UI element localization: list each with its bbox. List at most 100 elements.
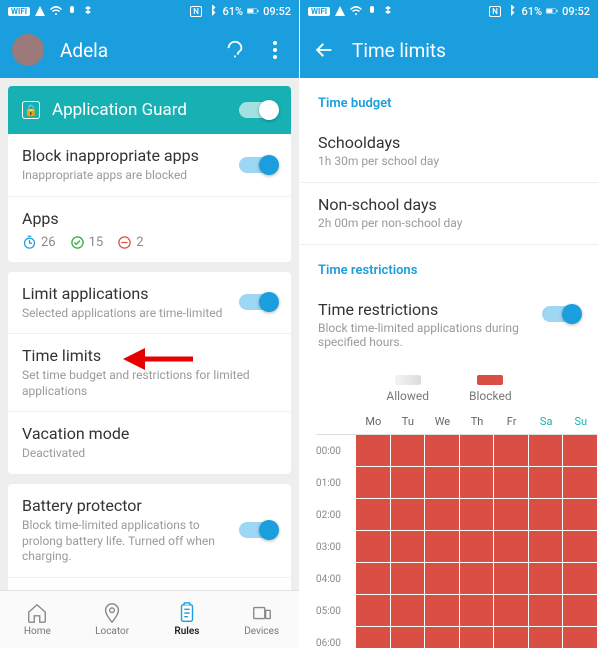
appbar-time-limits: Time limits [300,22,598,78]
schedule-cell[interactable] [494,467,529,499]
header-time-budget: Time budget [300,78,598,121]
schedule-cell[interactable] [563,499,598,531]
battery-icon [247,5,259,17]
main-scroll[interactable]: Time budget Schooldays 1h 30m per school… [300,78,598,648]
schedule-cell[interactable] [460,531,495,563]
schedule-cell[interactable] [494,563,529,595]
schedule-cell[interactable] [460,563,495,595]
schedule-cell[interactable] [356,467,391,499]
signal-icon [334,5,346,17]
schedule-cell[interactable] [391,627,426,648]
time-limits-sub: Set time budget and restrictions for lim… [22,368,277,399]
schooldays-sub: 1h 30m per school day [318,154,580,168]
day-header: Su [563,409,598,434]
nav-home[interactable]: Home [0,591,75,648]
schedule-cell[interactable] [425,595,460,627]
schedule-cell[interactable] [425,499,460,531]
app-guard-header[interactable]: 🔒 Application Guard [8,86,291,134]
shield-icon: 🔒 [22,101,40,119]
schedule-cell[interactable] [391,595,426,627]
schedule-cell[interactable] [356,435,391,467]
schedule-cell[interactable] [356,627,391,648]
app-guard-switch[interactable] [239,102,277,118]
block-inappropriate-switch[interactable] [239,157,277,173]
schedule-cell[interactable] [460,499,495,531]
schedule-cell[interactable] [529,435,564,467]
row-block-inappropriate[interactable]: Block inappropriate apps Inappropriate a… [8,134,291,197]
nav-rules[interactable]: Rules [150,591,225,648]
row-schooldays[interactable]: Schooldays 1h 30m per school day [300,121,598,183]
schedule-cell[interactable] [529,531,564,563]
main-scroll[interactable]: 🔒 Application Guard Block inappropriate … [0,78,299,590]
bottom-nav: Home Locator Rules Devices [0,590,299,648]
schedule-cell[interactable] [391,531,426,563]
schedule-cell[interactable] [425,563,460,595]
apps-blocked: 2 [117,235,143,250]
legend-allowed-swatch [395,375,421,385]
schedule-cell[interactable] [494,627,529,648]
restrictions-switch[interactable] [542,306,580,322]
schedule-cell[interactable] [356,595,391,627]
header-time-restrictions: Time restrictions [300,245,598,288]
schedule-cell[interactable] [460,595,495,627]
schedule-cell[interactable] [529,467,564,499]
wifi-icon [50,5,62,17]
wifi-call-icon: WIFI [308,7,330,16]
restrictions-sub: Block time-limited applications during s… [318,321,542,349]
schedule-cell[interactable] [494,499,529,531]
battery-switch[interactable] [239,522,277,538]
row-auto-on[interactable]: Turns on automatically at 20% of battery… [8,578,291,590]
schedule-cell[interactable] [425,435,460,467]
day-header: Sa [529,409,564,434]
page-title: Time limits [352,39,586,62]
schedule-legend: Allowed Blocked [300,363,598,409]
schedule-cell[interactable] [563,435,598,467]
schedule-cell[interactable] [425,467,460,499]
limit-apps-switch[interactable] [239,294,277,310]
schedule-cell[interactable] [563,531,598,563]
wifi-call-icon: WIFI [8,7,30,16]
schedule-cell[interactable] [563,627,598,648]
more-button[interactable] [263,38,287,62]
back-button[interactable] [312,38,336,62]
sync-icon [382,5,394,17]
schedule-cell[interactable] [425,627,460,648]
schedule-cell[interactable] [494,595,529,627]
row-limit-apps[interactable]: Limit applications Selected applications… [8,272,291,335]
row-time-limits[interactable]: Time limits Set time budget and restrict… [8,334,291,412]
schedule-cell[interactable] [391,467,426,499]
hour-label: 03:00 [316,531,356,563]
schedule-cell[interactable] [563,595,598,627]
schedule-grid[interactable]: MoTuWeThFrSaSu 00:0001:0002:0003:0004:00… [300,409,598,648]
help-button[interactable] [223,38,247,62]
row-restrictions[interactable]: Time restrictions Block time-limited app… [300,288,598,363]
row-battery-protector[interactable]: Battery protector Block time-limited app… [8,484,291,578]
nav-devices[interactable]: Devices [224,591,299,648]
apps-title: Apps [22,209,277,229]
schedule-cell[interactable] [460,467,495,499]
avatar[interactable] [12,34,44,66]
schedule-cell[interactable] [391,563,426,595]
schedule-cell[interactable] [356,563,391,595]
schedule-cell[interactable] [460,435,495,467]
row-nonschool[interactable]: Non-school days 2h 00m per non-school da… [300,183,598,245]
schedule-cell[interactable] [529,627,564,648]
schedule-cell[interactable] [529,595,564,627]
schedule-cell[interactable] [425,531,460,563]
schedule-cell[interactable] [563,467,598,499]
schedule-cell[interactable] [494,435,529,467]
schedule-cell[interactable] [356,531,391,563]
schedule-cell[interactable] [563,563,598,595]
nav-locator[interactable]: Locator [75,591,150,648]
schedule-cell[interactable] [391,435,426,467]
row-vacation[interactable]: Vacation mode Deactivated [8,412,291,474]
schedule-cell[interactable] [460,627,495,648]
schedule-cell[interactable] [391,499,426,531]
bluetooth-icon [505,5,517,17]
schedule-cell[interactable] [529,563,564,595]
schooldays-title: Schooldays [318,133,580,152]
row-apps[interactable]: Apps 26 15 2 [8,197,291,262]
schedule-cell[interactable] [356,499,391,531]
schedule-cell[interactable] [494,531,529,563]
schedule-cell[interactable] [529,499,564,531]
